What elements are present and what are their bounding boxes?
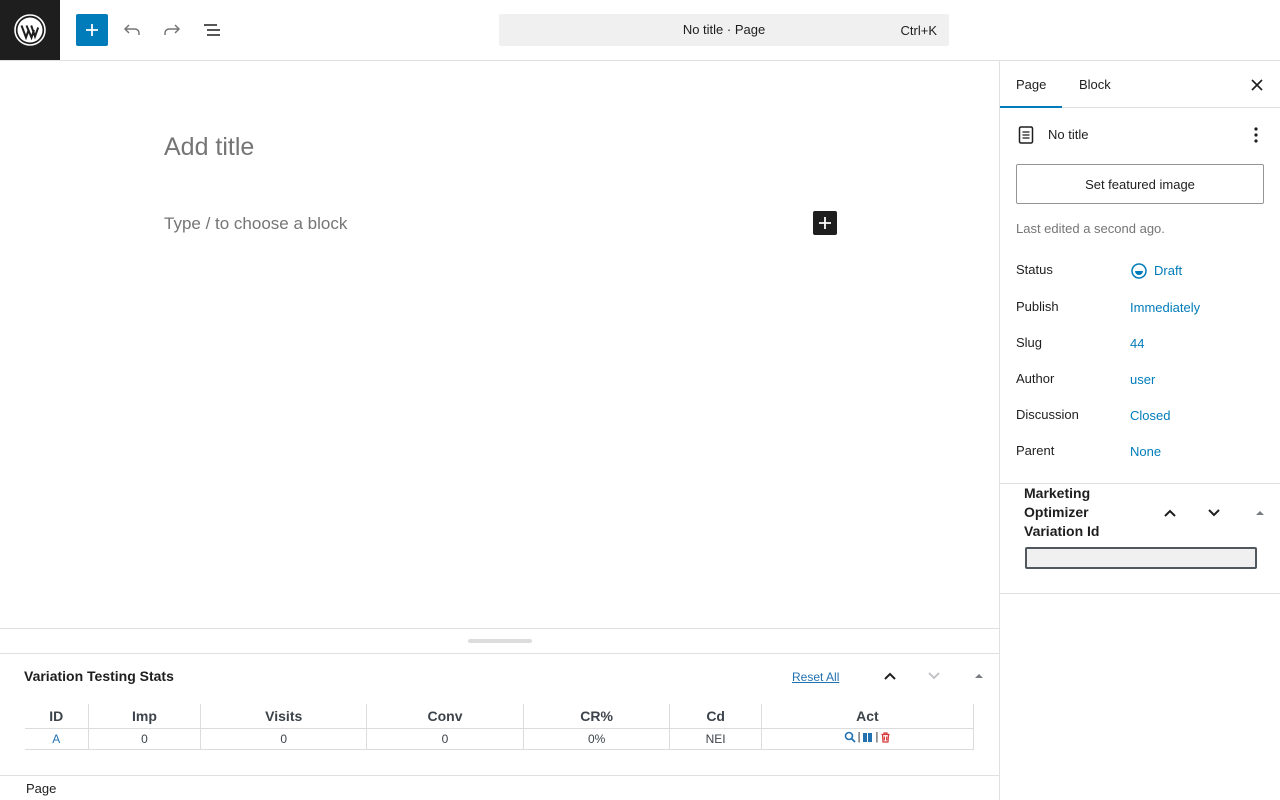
settings-sidebar: Page Block No title Set featured image L… (999, 61, 1280, 800)
document-title: No title (1048, 127, 1089, 142)
close-icon (1251, 79, 1263, 91)
chevron-up-icon (884, 672, 896, 680)
chevron-down-icon (928, 672, 940, 680)
more-vertical-icon (1254, 127, 1258, 143)
parent-row: Parent None (1016, 443, 1266, 463)
toggle-panel-button[interactable] (1248, 501, 1272, 525)
command-palette-button[interactable]: No title · Page Ctrl+K (499, 14, 949, 46)
table-row: A 0 0 0 0% NEI | | (25, 728, 975, 750)
caret-up-icon (1256, 511, 1264, 515)
block-inserter-button[interactable] (76, 14, 108, 46)
cell-cr: 0% (523, 728, 671, 750)
move-down-button[interactable] (1202, 501, 1226, 525)
slug-value-button[interactable]: 44 (1130, 336, 1144, 351)
close-settings-button[interactable] (1245, 73, 1269, 97)
discussion-label: Discussion (1016, 407, 1079, 422)
move-up-button[interactable] (878, 664, 902, 688)
publish-label: Publish (1016, 299, 1059, 314)
editor-canvas: Add title Type / to choose a block (0, 61, 999, 628)
sidebar-tabs: Page Block (1000, 61, 1280, 108)
tab-page[interactable]: Page (1000, 61, 1063, 108)
column-header: CR% (523, 704, 671, 729)
draft-status-icon (1131, 263, 1147, 279)
cell-visits: 0 (200, 728, 368, 750)
wordpress-icon (14, 14, 46, 46)
document-actions-button[interactable] (1244, 123, 1268, 147)
page-icon (1018, 126, 1034, 144)
undo-button[interactable] (116, 14, 148, 46)
inline-block-inserter-button[interactable] (813, 211, 837, 235)
move-up-button[interactable] (1158, 501, 1182, 525)
column-header: Imp (88, 704, 202, 729)
toggle-panel-button[interactable] (967, 664, 991, 688)
status-row: Status Draft (1016, 262, 1266, 282)
editor-header: No title · Page Ctrl+K (0, 0, 1280, 61)
parent-label: Parent (1016, 443, 1055, 458)
status-value-button[interactable]: Draft (1154, 263, 1182, 278)
status-label: Status (1016, 262, 1053, 277)
slug-label: Slug (1016, 335, 1043, 350)
chevron-down-icon (1208, 509, 1220, 517)
plus-icon (819, 217, 831, 229)
column-header: Visits (200, 704, 368, 729)
cell-cd: NEI (669, 728, 762, 750)
document-title-label: No title · Page (682, 22, 766, 37)
cell-act: | | (761, 728, 975, 750)
metabox-title: Variation Testing Stats (24, 668, 174, 684)
slug-row: Slug 44 (1016, 335, 1266, 355)
redo-icon (164, 24, 181, 35)
list-view-icon (204, 24, 220, 36)
document-overview-button[interactable] (196, 14, 228, 46)
cell-conv: 0 (366, 728, 524, 750)
wordpress-logo-button[interactable] (0, 0, 60, 60)
action-separator: | (857, 731, 861, 743)
meta-boxes-resize-area (0, 628, 999, 654)
tab-block[interactable]: Block (1063, 61, 1127, 108)
column-header: ID (25, 704, 89, 729)
action-separator: | (875, 731, 879, 743)
caret-up-icon (975, 674, 983, 678)
column-header: Conv (366, 704, 524, 729)
resize-handle[interactable] (468, 639, 532, 643)
table-header-row: ID Imp Visits Conv CR% Cd Act (25, 704, 975, 729)
last-edited-text: Last edited a second ago. (1016, 221, 1165, 236)
shortcut-hint: Ctrl+K (900, 23, 937, 38)
column-header: Act (761, 704, 975, 729)
author-label: Author (1016, 371, 1055, 386)
publish-row: Publish Immediately (1016, 299, 1266, 319)
move-down-button[interactable] (922, 664, 946, 688)
reset-all-link[interactable]: Reset All (792, 670, 839, 684)
chevron-up-icon (1164, 509, 1176, 517)
column-header: Cd (669, 704, 762, 729)
variation-id-link[interactable]: A (52, 732, 60, 746)
breadcrumb[interactable]: Page (26, 781, 56, 796)
discussion-value-button[interactable]: Closed (1130, 408, 1170, 423)
document-summary: No title (1016, 123, 1266, 147)
marketing-optimizer-metabox: Marketing Optimizer Variation Id (1000, 484, 1280, 594)
pause-icon[interactable] (862, 732, 873, 743)
author-row: Author user (1016, 371, 1266, 391)
set-featured-image-button[interactable]: Set featured image (1016, 164, 1264, 204)
stats-table: ID Imp Visits Conv CR% Cd Act A 0 0 0 0%… (25, 704, 975, 750)
default-block-appender[interactable]: Type / to choose a block (164, 214, 347, 234)
publish-value-button[interactable]: Immediately (1130, 300, 1200, 315)
variation-id-input[interactable] (1025, 547, 1257, 569)
cell-id: A (25, 728, 89, 750)
variation-testing-stats-metabox: Variation Testing Stats Reset All ID Imp… (0, 654, 999, 775)
parent-value-button[interactable]: None (1130, 444, 1161, 459)
redo-button[interactable] (156, 14, 188, 46)
post-title-input[interactable]: Add title (164, 133, 254, 162)
metabox-title: Marketing Optimizer Variation Id (1024, 485, 1100, 539)
search-icon[interactable] (844, 731, 856, 743)
cell-imp: 0 (88, 728, 202, 750)
undo-icon (123, 24, 140, 35)
author-value-button[interactable]: user (1130, 372, 1155, 387)
editor-footer: Page (0, 775, 999, 800)
discussion-row: Discussion Closed (1016, 407, 1266, 427)
trash-icon[interactable] (880, 731, 891, 743)
plus-icon (86, 24, 98, 36)
